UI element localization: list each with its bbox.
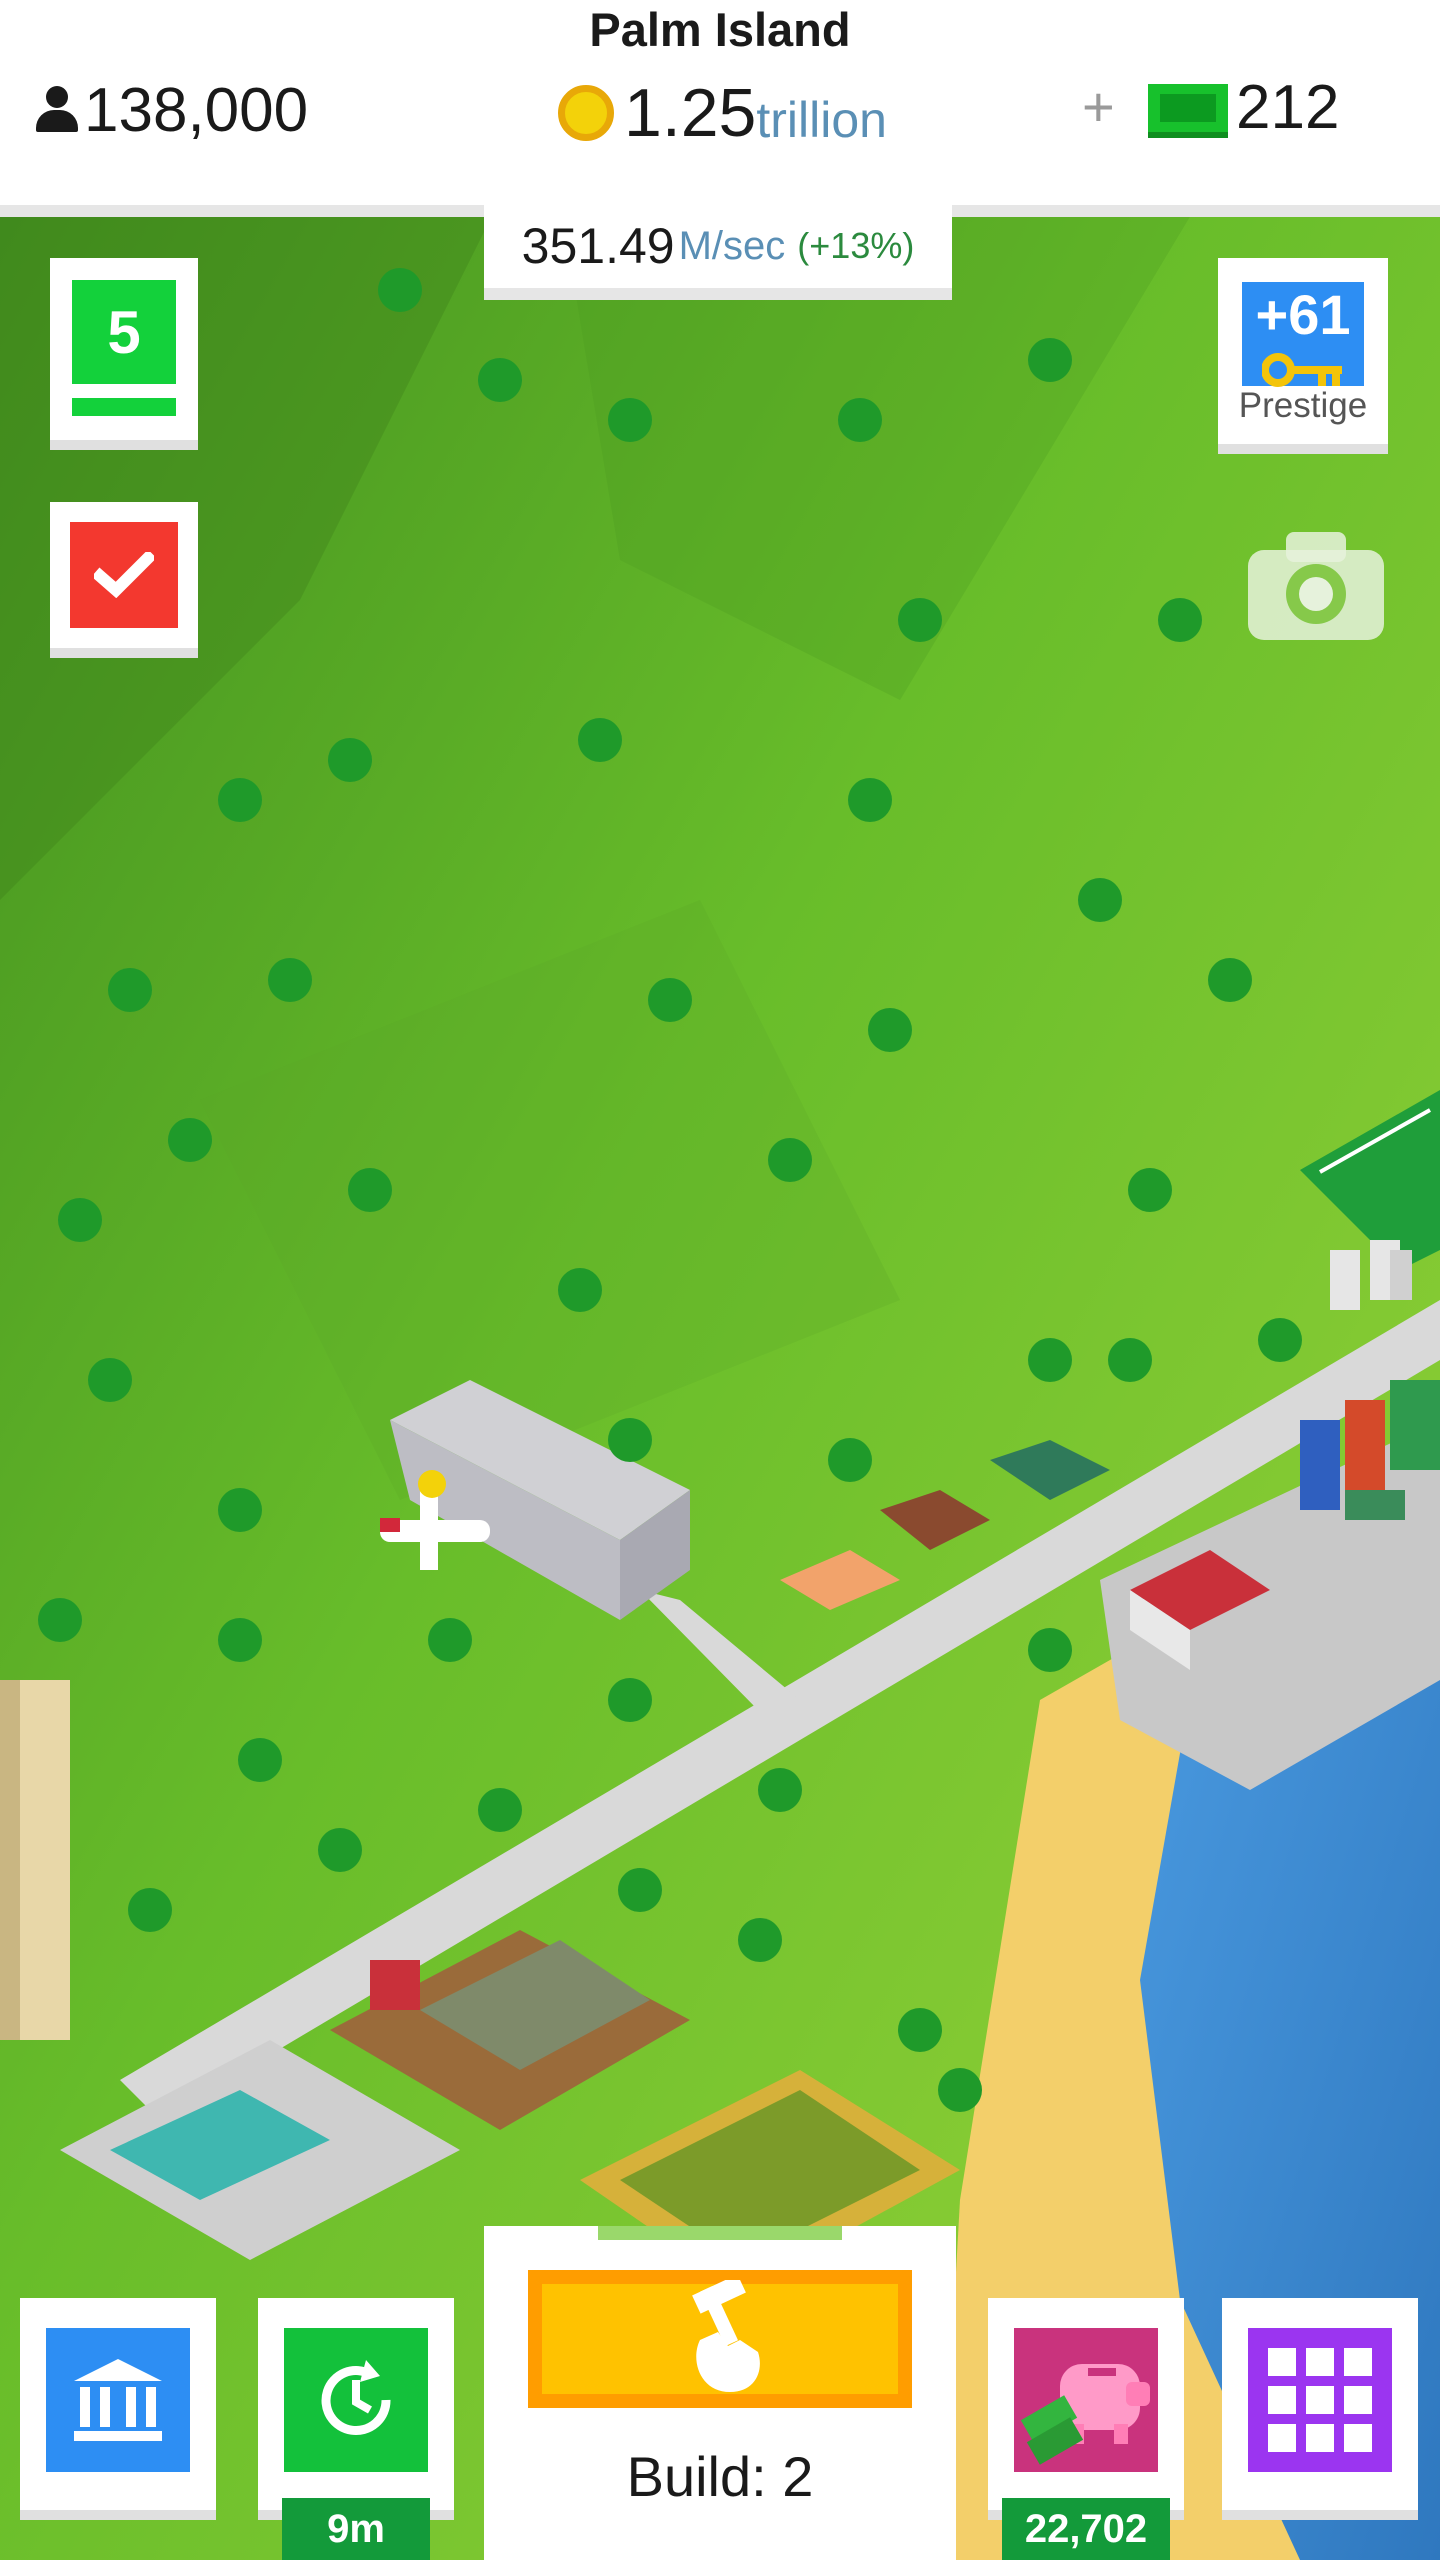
bank-icon	[46, 2328, 190, 2472]
coin-icon	[558, 84, 614, 141]
island-name[interactable]: Palm Island	[0, 2, 1440, 57]
hammer-hand-icon	[528, 2270, 912, 2408]
clock-refresh-icon	[284, 2328, 428, 2472]
boost-button[interactable]	[258, 2298, 454, 2520]
coins-value: 1.25	[624, 74, 757, 151]
build-progress-strip	[598, 2226, 842, 2240]
level-progress-bar	[72, 398, 176, 416]
key-icon	[1262, 353, 1342, 387]
population-value: 138,000	[84, 75, 309, 145]
prestige-button[interactable]: +61 Prestige	[1218, 258, 1388, 454]
piggy-bank-button[interactable]	[988, 2298, 1184, 2520]
top-bar: Palm Island 138,000 1.25 trillion + 212	[0, 0, 1440, 217]
camera-icon[interactable]	[1248, 528, 1384, 640]
grid-menu-button[interactable]	[1222, 2298, 1418, 2520]
income-rate-tab[interactable]: 351.49 M/sec (+13%)	[484, 204, 952, 300]
level-button[interactable]: 5	[50, 258, 198, 450]
person-icon	[36, 86, 78, 134]
level-value: 5	[72, 280, 176, 384]
tasks-button[interactable]	[50, 502, 198, 658]
apartment-blocks	[1330, 1240, 1412, 1310]
income-bonus: (+13%)	[797, 225, 915, 266]
game-screen: Palm Island 138,000 1.25 trillion + 212 …	[0, 0, 1440, 2560]
skyscraper	[0, 1680, 70, 2040]
build-button[interactable]: Build: 2	[484, 2226, 956, 2560]
piggy-bank-icon	[1014, 2328, 1158, 2472]
coins-unit: trillion	[756, 91, 887, 148]
income-value: 351.49	[521, 218, 675, 274]
cash-value: 212	[1236, 73, 1340, 142]
grid-menu-icon	[1248, 2328, 1392, 2472]
income-unit: M/sec	[678, 223, 786, 268]
check-icon	[70, 522, 178, 628]
build-label: Build: 2	[626, 2445, 814, 2508]
boost-timer: 9m	[282, 2498, 430, 2560]
prestige-label: Prestige	[1238, 386, 1368, 425]
piggy-bank-value: 22,702	[1002, 2498, 1170, 2560]
coins-counter: 1.25 trillion	[558, 70, 887, 155]
bank-button[interactable]	[20, 2298, 216, 2520]
buy-cash-plus-button[interactable]: +	[1082, 74, 1115, 139]
cash-icon[interactable]	[1148, 84, 1228, 132]
population-counter: 138,000	[36, 70, 308, 150]
